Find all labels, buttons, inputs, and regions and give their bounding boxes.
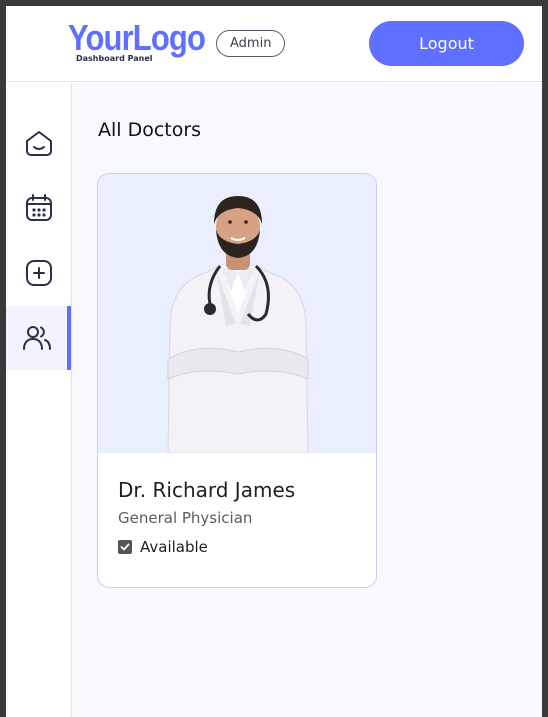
home-icon bbox=[25, 131, 52, 156]
availability-row: Available bbox=[118, 538, 356, 556]
checkmark-icon bbox=[120, 543, 130, 551]
top-navbar: YourLogo Dashboard Panel Admin Logout bbox=[6, 6, 542, 82]
sidebar-item-doctors-list[interactable] bbox=[6, 306, 71, 370]
sidebar-item-add-doctor[interactable] bbox=[6, 241, 71, 305]
app-frame: YourLogo Dashboard Panel Admin Logout Al… bbox=[6, 6, 542, 717]
logo-text: YourLogo bbox=[68, 17, 206, 58]
add-icon bbox=[25, 260, 52, 286]
doctor-card[interactable]: Dr. Richard James General Physician Avai… bbox=[97, 173, 377, 588]
logo[interactable]: YourLogo Dashboard Panel bbox=[68, 17, 227, 64]
doctor-speciality: General Physician bbox=[118, 509, 253, 527]
availability-label: Available bbox=[140, 538, 208, 556]
availability-checkbox[interactable] bbox=[118, 540, 132, 554]
logout-button[interactable]: Logout bbox=[369, 21, 524, 66]
role-badge: Admin bbox=[216, 30, 286, 57]
doctor-name: Dr. Richard James bbox=[118, 478, 296, 502]
doctor-photo bbox=[98, 174, 376, 453]
main-content: All Doctors Dr. Richard James General Ph… bbox=[72, 83, 542, 717]
people-icon bbox=[22, 326, 51, 350]
page-title: All Doctors bbox=[98, 119, 202, 141]
sidebar bbox=[6, 83, 72, 717]
doctor-photo-image bbox=[167, 196, 309, 453]
sidebar-item-home[interactable] bbox=[6, 111, 71, 175]
sidebar-item-appointments[interactable] bbox=[6, 176, 71, 240]
calendar-icon bbox=[25, 194, 52, 221]
